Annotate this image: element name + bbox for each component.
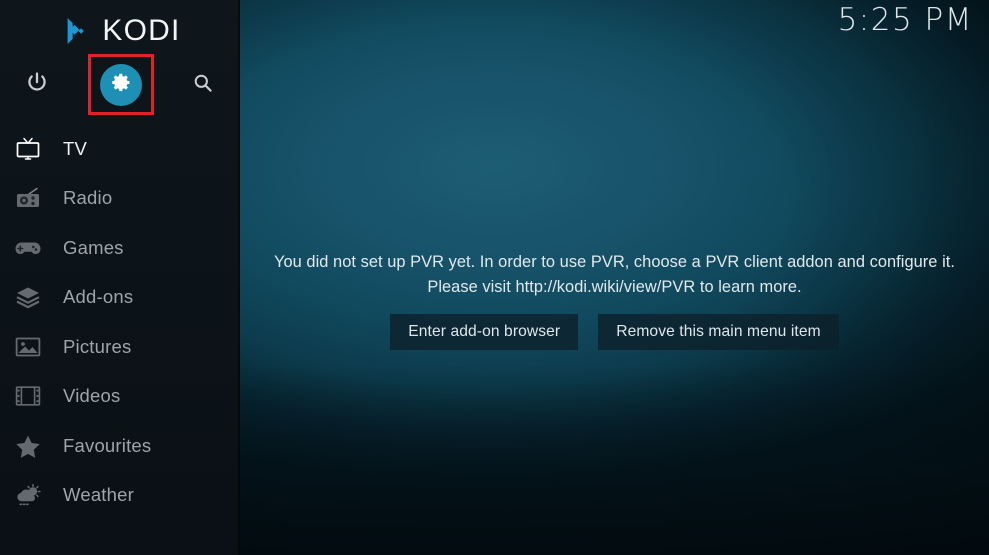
addons-box-icon xyxy=(9,282,47,312)
pvr-setup-message: You did not set up PVR yet. In order to … xyxy=(274,253,955,296)
remove-main-menu-item-button[interactable]: Remove this main menu item xyxy=(598,314,839,350)
sidebar: KODI TV Radio Games Add-ons Pictures Vid… xyxy=(0,0,240,555)
gear-icon xyxy=(111,72,132,98)
sidebar-item-tv[interactable]: TV xyxy=(0,124,240,174)
sidebar-item-favourites[interactable]: Favourites xyxy=(0,421,240,471)
settings-accent-circle xyxy=(100,64,142,106)
sidebar-item-videos[interactable]: Videos xyxy=(0,372,240,422)
sidebar-item-games[interactable]: Games xyxy=(0,223,240,273)
sidebar-item-add-ons[interactable]: Add-ons xyxy=(0,273,240,323)
main-content: You did not set up PVR yet. In order to … xyxy=(240,0,989,555)
app-logo: KODI xyxy=(0,8,240,54)
power-icon xyxy=(24,70,50,101)
gamepad-icon xyxy=(9,233,47,263)
enter-addon-browser-button[interactable]: Enter add-on browser xyxy=(390,314,579,350)
clock: 5:25 PM xyxy=(837,2,973,38)
settings-button[interactable] xyxy=(92,56,150,114)
sidebar-item-label: Radio xyxy=(63,187,113,209)
radio-icon xyxy=(9,183,47,213)
sidebar-item-label: Weather xyxy=(63,484,134,506)
power-button[interactable] xyxy=(8,56,66,114)
sidebar-item-pictures[interactable]: Pictures xyxy=(0,322,240,372)
kodi-window: 5:25 PM You did not set up PVR yet. In o… xyxy=(0,0,989,555)
film-strip-icon xyxy=(9,381,47,411)
sidebar-item-label: TV xyxy=(63,137,88,159)
weather-icon xyxy=(9,480,47,510)
pvr-message-container: You did not set up PVR yet. In order to … xyxy=(240,250,989,300)
sidebar-top-actions xyxy=(0,56,240,114)
kodi-logo-icon xyxy=(59,16,89,46)
sidebar-item-label: Add-ons xyxy=(63,286,134,308)
action-button-row: Enter add-on browser Remove this main me… xyxy=(240,314,989,350)
search-button[interactable] xyxy=(174,56,232,114)
pictures-icon xyxy=(9,332,47,362)
sidebar-item-label: Favourites xyxy=(63,434,152,456)
app-title: KODI xyxy=(102,14,181,47)
sidebar-menu: TV Radio Games Add-ons Pictures Videos F… xyxy=(0,124,240,520)
tv-icon xyxy=(9,134,47,164)
search-icon xyxy=(191,71,215,100)
sidebar-item-weather[interactable]: Weather xyxy=(0,471,240,521)
sidebar-item-label: Pictures xyxy=(63,335,132,357)
sidebar-item-radio[interactable]: Radio xyxy=(0,174,240,224)
star-icon xyxy=(9,431,47,461)
sidebar-item-label: Videos xyxy=(63,385,121,407)
sidebar-item-label: Games xyxy=(63,236,124,258)
